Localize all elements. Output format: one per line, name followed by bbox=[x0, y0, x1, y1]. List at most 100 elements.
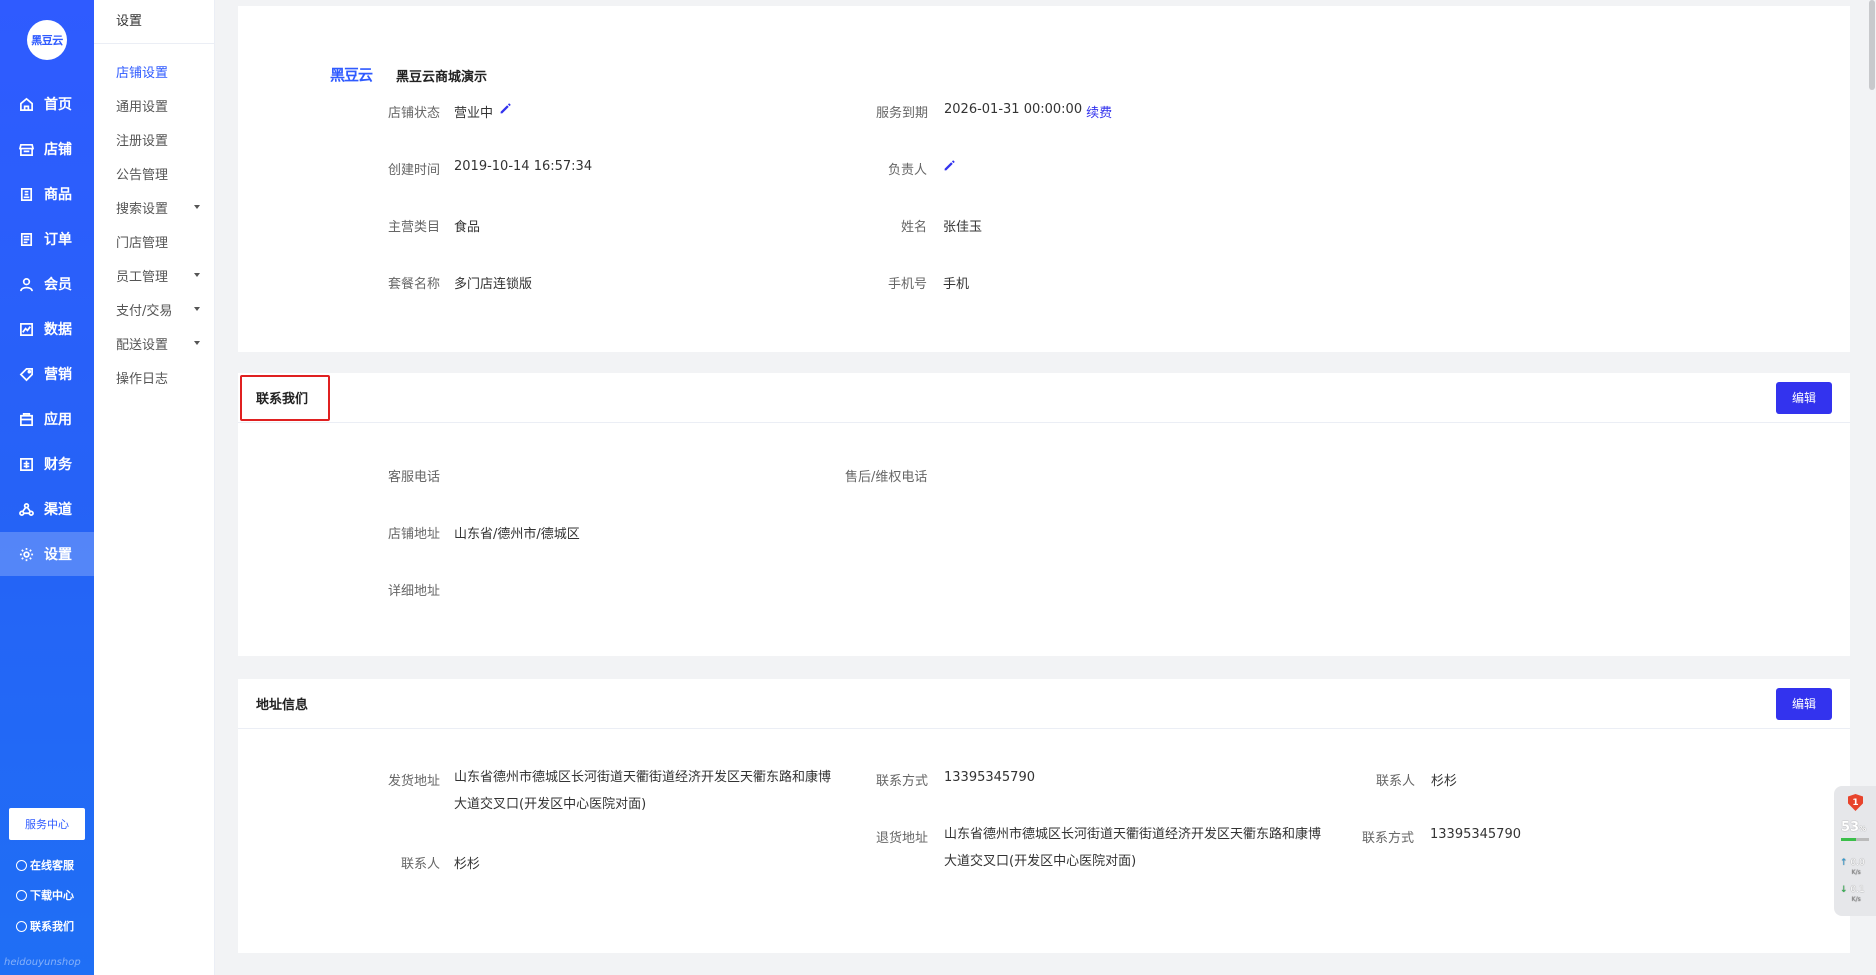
watermark: heidouyunshop bbox=[4, 957, 81, 968]
subnav-item-label: 员工管理 bbox=[116, 270, 169, 285]
left-contact-person-label: 联系人 bbox=[401, 857, 441, 872]
brand-logo[interactable]: 黑豆云 bbox=[27, 20, 67, 60]
contact-edit-button[interactable]: 编辑 bbox=[1776, 381, 1832, 414]
address-card: 地址信息 编辑 发货地址 山东省德州市德城区长河街道天衢街道经济开发区天衢东路和… bbox=[238, 679, 1850, 953]
category-label: 主营类目 bbox=[388, 220, 441, 235]
service-expire-label: 服务到期 bbox=[876, 106, 929, 121]
left-contact-person-value: 杉杉 bbox=[454, 857, 481, 872]
detail-address-row: 详细地址 bbox=[388, 580, 440, 599]
nav-item-member[interactable]: 会员 bbox=[0, 262, 94, 306]
edit-status-icon[interactable] bbox=[499, 102, 512, 121]
package-label: 套餐名称 bbox=[388, 277, 441, 292]
nav-item-settings[interactable]: 设置 bbox=[0, 532, 94, 576]
edit-owner-icon[interactable] bbox=[943, 159, 956, 178]
speed-unit: K/s bbox=[1851, 869, 1861, 876]
subnav-item-staff[interactable]: 员工管理 bbox=[116, 266, 206, 285]
highlight-box bbox=[240, 375, 330, 421]
subnav-item-label: 搜索设置 bbox=[116, 202, 169, 217]
store-address-label: 店铺地址 bbox=[388, 527, 441, 542]
contact-method-row: 联系方式 13395345790 bbox=[876, 770, 1035, 789]
renew-link[interactable]: 续费 bbox=[1086, 102, 1112, 121]
nav-item-label: 订单 bbox=[44, 232, 72, 248]
subnav-item-search-settings[interactable]: 搜索设置 bbox=[116, 198, 206, 217]
ship-address-block: 山东省德州市德城区长河街道天衢街道经济开发区天衢东路和康博 大道交叉口(开发区中… bbox=[454, 764, 831, 818]
online-service-link[interactable]: 在线客服 bbox=[16, 857, 74, 873]
package-value: 多门店连锁版 bbox=[454, 277, 533, 292]
main-sidebar: 黑豆云 首页 店铺 商品 订单 会员 数据 营销 应用 财务 渠道 设置 服务中… bbox=[0, 0, 94, 975]
goods-icon bbox=[18, 186, 34, 202]
return-contact-method-row: 联系方式 13395345790 bbox=[1362, 827, 1521, 846]
nav-item-marketing[interactable]: 营销 bbox=[0, 352, 94, 396]
headset-icon bbox=[16, 859, 27, 871]
nav-item-order[interactable]: 订单 bbox=[0, 217, 94, 261]
service-center-button[interactable]: 服务中心 bbox=[9, 808, 85, 840]
gear-icon bbox=[18, 546, 34, 562]
address-card-header: 地址信息 编辑 bbox=[238, 679, 1850, 729]
store-address-value: 山东省/德州市/德城区 bbox=[454, 527, 580, 542]
subnav-item-label: 配送设置 bbox=[116, 338, 169, 353]
subnav-item-stores[interactable]: 门店管理 bbox=[116, 232, 206, 251]
arrow-up-icon: ↑ bbox=[1840, 858, 1848, 868]
ship-address-row: 发货地址 山东省德州市德城区长河街道天衢街道经济开发区天衢东路和康博 大道交叉口… bbox=[388, 770, 831, 818]
scrollbar-thumb[interactable] bbox=[1869, 0, 1875, 90]
memory-usage-value: 53 bbox=[1841, 820, 1860, 835]
subnav-item-general-settings[interactable]: 通用设置 bbox=[116, 96, 206, 115]
created-time-label: 创建时间 bbox=[388, 163, 441, 178]
app-icon bbox=[18, 411, 34, 427]
subnav-item-register-settings[interactable]: 注册设置 bbox=[116, 130, 206, 149]
nav-item-data[interactable]: 数据 bbox=[0, 307, 94, 351]
package-row: 套餐名称 多门店连锁版 bbox=[388, 273, 532, 292]
shield-icon: 1 bbox=[1848, 794, 1863, 811]
subnav-item-logs[interactable]: 操作日志 bbox=[116, 368, 206, 387]
arrow-down-icon: ↓ bbox=[1840, 885, 1848, 895]
return-address-block: 山东省德州市德城区长河街道天衢街道经济开发区天衢东路和康博 大道交叉口(开发区中… bbox=[944, 821, 1321, 875]
nav-item-label: 商品 bbox=[44, 187, 72, 203]
created-time-row: 创建时间 2019-10-14 16:57:34 bbox=[388, 159, 592, 178]
chart-icon bbox=[18, 321, 34, 337]
service-phone-label: 客服电话 bbox=[388, 470, 441, 485]
subnav-item-label: 门店管理 bbox=[116, 236, 169, 251]
nav-item-label: 应用 bbox=[44, 412, 72, 428]
nav-item-label: 店铺 bbox=[44, 142, 72, 158]
return-contact-method-label: 联系方式 bbox=[1362, 831, 1415, 846]
nav-item-label: 首页 bbox=[44, 97, 72, 113]
store-address-row: 店铺地址 山东省/德州市/德城区 bbox=[388, 523, 580, 542]
contact-name-value: 张佳玉 bbox=[943, 220, 983, 235]
usage-bar bbox=[1841, 838, 1869, 841]
contact-us-link[interactable]: 联系我们 bbox=[16, 918, 74, 934]
address-card-title: 地址信息 bbox=[256, 698, 309, 713]
detail-address-label: 详细地址 bbox=[388, 584, 441, 599]
phone-row: 手机号 手机 bbox=[888, 273, 969, 292]
contact-person-value: 杉杉 bbox=[1431, 774, 1458, 789]
subnav-title: 设置 bbox=[94, 0, 214, 44]
nav-item-channel[interactable]: 渠道 bbox=[0, 487, 94, 531]
address-edit-button[interactable]: 编辑 bbox=[1776, 687, 1832, 720]
upload-speed: ↑ 0.0 K/s bbox=[1840, 858, 1865, 878]
nav-item-home[interactable]: 首页 bbox=[0, 82, 94, 126]
subnav-item-label: 注册设置 bbox=[116, 134, 169, 149]
nav-item-app[interactable]: 应用 bbox=[0, 397, 94, 441]
nav-item-store[interactable]: 店铺 bbox=[0, 127, 94, 171]
subnav-item-notice[interactable]: 公告管理 bbox=[116, 164, 206, 183]
shop-status-value: 营业中 bbox=[454, 106, 494, 121]
nav-item-goods[interactable]: 商品 bbox=[0, 172, 94, 216]
subnav-item-payment[interactable]: 支付/交易 bbox=[116, 300, 206, 319]
nav-item-finance[interactable]: 财务 bbox=[0, 442, 94, 486]
contact-card: 联系我们 编辑 客服电话 售后/维权电话 店铺地址 山东省/德州市/德城区 详细… bbox=[238, 373, 1850, 656]
chevron-down-icon bbox=[194, 341, 200, 345]
return-address-line: 山东省德州市德城区长河街道天衢街道经济开发区天衢东路和康博 bbox=[944, 827, 1322, 842]
speed-unit: K/s bbox=[1851, 896, 1861, 903]
subnav-item-delivery[interactable]: 配送设置 bbox=[116, 334, 206, 353]
download-center-link[interactable]: 下载中心 bbox=[16, 887, 74, 903]
shop-info-card: 黑豆云 黑豆云商城演示 店铺状态 营业中 服务到期 2026-01-31 00:… bbox=[238, 6, 1850, 352]
shop-status-row: 店铺状态 营业中 bbox=[388, 102, 512, 121]
nav-item-label: 设置 bbox=[44, 547, 72, 563]
service-expire-row: 服务到期 2026-01-31 00:00:00 续费 bbox=[876, 102, 1112, 121]
download-center-label: 下载中心 bbox=[30, 889, 74, 902]
page-scrollbar[interactable] bbox=[1868, 0, 1876, 975]
owner-row: 负责人 bbox=[888, 159, 956, 178]
memory-usage: 53% bbox=[1841, 820, 1866, 835]
owner-label: 负责人 bbox=[888, 163, 928, 178]
subnav-item-store-settings[interactable]: 店铺设置 bbox=[116, 62, 206, 81]
usage-bar-fill bbox=[1841, 838, 1856, 841]
